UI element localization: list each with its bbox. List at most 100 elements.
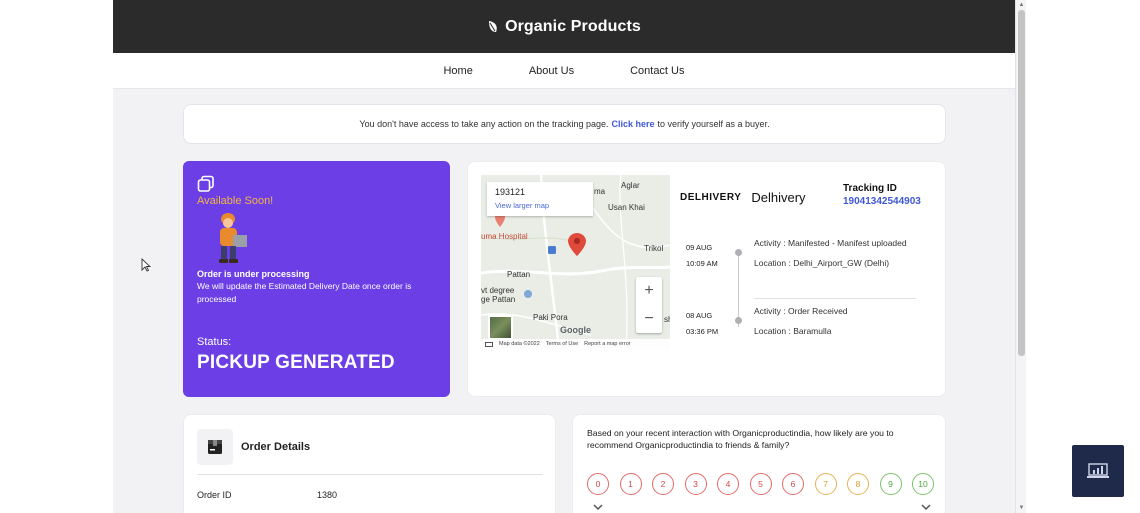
event-details: Activity : Order Received Location : Bar…: [754, 305, 914, 337]
view-larger-map-link[interactable]: View larger map: [495, 201, 585, 210]
event-activity: Activity : Manifested - Manifest uploade…: [754, 238, 907, 248]
order-id-value: 1380: [317, 490, 338, 500]
tracking-timeline: 09 AUG 10:09 AM Activity : Manifested - …: [686, 237, 916, 367]
map-label: ma: [594, 187, 606, 196]
map-label: ge Pattan: [481, 295, 516, 304]
tracking-id: Tracking ID 19041342544903: [843, 183, 921, 207]
rating-4[interactable]: 4: [717, 473, 739, 495]
map-label: uma Hospital: [481, 232, 528, 241]
rating-6[interactable]: 6: [782, 473, 804, 495]
scrollbar-thumb[interactable]: [1018, 10, 1025, 356]
zoom-in-button[interactable]: +: [636, 277, 662, 305]
terms-link[interactable]: Terms of Use: [546, 341, 578, 347]
timeline-event: 09 AUG 10:09 AM Activity : Manifested - …: [686, 237, 916, 299]
map-info-box: 193121 View larger map: [487, 182, 593, 216]
notice-text-end: to verify yourself as a buyer.: [657, 119, 770, 129]
zoom-out-button[interactable]: −: [636, 305, 662, 333]
access-notice: You don't have access to take any action…: [183, 104, 946, 144]
order-details-header: Order Details: [197, 429, 310, 465]
status-label: Status:: [197, 336, 232, 348]
survey-question: Based on your recent interaction with Or…: [587, 428, 894, 450]
site-title: Organic Products: [505, 17, 641, 35]
timeline-event: 08 AUG 03:36 PM Activity : Order Receive…: [686, 305, 916, 367]
rating-2[interactable]: 2: [652, 473, 674, 495]
map-label: vt degree: [481, 286, 515, 295]
floating-action-button[interactable]: [1072, 445, 1124, 497]
event-date: 08 AUG: [686, 311, 713, 320]
rating-scale: 0 1 2 3 4 5 6 7 8 9 10: [587, 473, 934, 495]
processing-title: Order is under processing: [197, 269, 310, 279]
rating-3[interactable]: 3: [684, 473, 707, 495]
order-details-title: Order Details: [241, 441, 311, 453]
map-label: Paki Pora: [533, 313, 568, 322]
status-value: PICKUP GENERATED: [197, 352, 395, 373]
event-datetime: 08 AUG 03:36 PM: [686, 309, 718, 338]
keyboard-icon: [485, 341, 493, 347]
report-error-link[interactable]: Report a map error: [584, 341, 630, 347]
rating-10[interactable]: 10: [912, 473, 934, 495]
event-location: Location : Delhi_Airport_GW (Delhi): [754, 258, 890, 268]
leaf-icon: [489, 20, 497, 32]
nav-contact-us[interactable]: Contact Us: [630, 65, 684, 77]
notice-text: You don't have access to take any action…: [359, 119, 609, 129]
map-zoom-controls: + −: [636, 277, 662, 333]
scroll-down-icon[interactable]: ▼: [1018, 505, 1025, 511]
chevron-down-icon: [921, 504, 931, 511]
package-icon: [197, 429, 233, 465]
delivery-person-illustration: [219, 213, 247, 263]
map-label: Trikol: [644, 244, 664, 253]
event-location: Location : Baramulla: [754, 326, 832, 336]
rating-8[interactable]: 8: [847, 473, 869, 495]
scroll-up-icon[interactable]: ▲: [1018, 2, 1025, 8]
map-data-text: Map data ©2022: [499, 341, 540, 347]
site-header: Organic Products: [113, 0, 1015, 53]
order-id-row: Order ID 1380: [197, 490, 337, 500]
order-id-label: Order ID: [197, 490, 232, 500]
chevron-down-icon: [593, 504, 603, 511]
google-logo: Google: [560, 325, 591, 335]
rating-5[interactable]: 5: [749, 473, 772, 495]
rating-0[interactable]: 0: [587, 473, 609, 495]
presentation-icon: [1087, 463, 1109, 478]
nav-about-us[interactable]: About Us: [529, 65, 574, 77]
rating-9[interactable]: 9: [879, 473, 902, 495]
map-label: sh: [664, 315, 670, 324]
available-soon-badge: Available Soon!: [197, 195, 274, 207]
carrier: DELHIVERY Delhivery: [680, 190, 806, 205]
nps-survey-card: Based on your recent interaction with Or…: [572, 414, 946, 513]
order-details-card: Order Details Order ID 1380: [183, 414, 556, 513]
map[interactable]: 193121 View larger map Aglar Usan Khai m…: [481, 175, 670, 349]
timeline-dot: [735, 249, 742, 256]
rating-7[interactable]: 7: [814, 473, 837, 495]
top-nav: Home About Us Contact Us: [113, 53, 1015, 89]
map-footer: Map data ©2022 Terms of Use Report a map…: [481, 339, 670, 349]
event-details: Activity : Manifested - Manifest uploade…: [754, 237, 914, 269]
tracking-id-value[interactable]: 19041342544903: [843, 196, 921, 207]
carrier-name: Delhivery: [751, 190, 806, 205]
event-date: 09 AUG: [686, 243, 713, 252]
carrier-logo: DELHIVERY: [680, 192, 742, 203]
satellite-toggle[interactable]: [488, 315, 513, 340]
divider: [197, 474, 543, 475]
status-card: Available Soon! Order is under processin…: [183, 161, 450, 397]
nav-home[interactable]: Home: [443, 65, 472, 77]
map-label: Aglar: [621, 181, 640, 190]
map-label: Usan Khai: [608, 203, 645, 212]
tracking-id-label: Tracking ID: [843, 183, 897, 194]
event-activity: Activity : Order Received: [754, 306, 848, 316]
mouse-cursor-icon: [141, 258, 151, 272]
event-time: 03:36 PM: [686, 327, 719, 336]
browser-viewport: Organic Products Home About Us Contact U…: [113, 0, 1015, 513]
verify-link[interactable]: Click here: [611, 119, 654, 129]
tracking-card: 193121 View larger map Aglar Usan Khai m…: [467, 161, 946, 397]
page-scrollbar[interactable]: ▲ ▼: [1015, 0, 1026, 513]
map-label: Pattan: [507, 270, 531, 279]
event-datetime: 09 AUG 10:09 AM: [686, 241, 718, 270]
screen: Organic Products Home About Us Contact U…: [0, 0, 1140, 513]
processing-text: We will update the Estimated Delivery Da…: [197, 281, 412, 304]
rating-1[interactable]: 1: [619, 473, 642, 495]
map-pin-code: 193121: [495, 187, 526, 197]
copy-icon: [197, 175, 214, 192]
timeline-dot: [735, 317, 742, 324]
event-time: 10:09 AM: [686, 259, 718, 268]
